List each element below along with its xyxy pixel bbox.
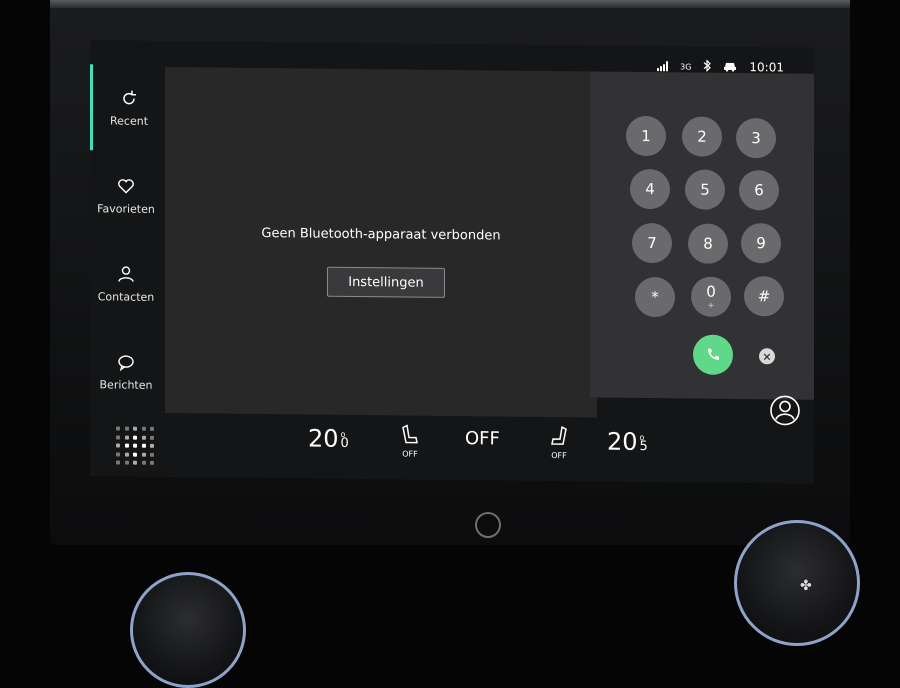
sidebar-item-favorieten[interactable]: Favorieten bbox=[90, 152, 162, 239]
dashboard-trim bbox=[50, 0, 850, 8]
left-seat-heating[interactable]: OFF bbox=[400, 423, 420, 459]
left-climate-knob[interactable] bbox=[130, 572, 246, 688]
dialpad-key-9[interactable]: 9 bbox=[741, 223, 781, 264]
app-launcher-grid-icon[interactable] bbox=[116, 426, 156, 466]
dialpad-key-6[interactable]: 6 bbox=[739, 170, 779, 211]
dialpad-key-4[interactable]: 4 bbox=[630, 168, 670, 210]
seat-icon bbox=[402, 424, 418, 444]
dialpad-key-7[interactable]: 7 bbox=[632, 222, 672, 264]
sidebar-item-recent[interactable]: Recent bbox=[90, 64, 165, 151]
network-type: 3G bbox=[680, 61, 692, 72]
dialpad-key-5[interactable]: 5 bbox=[685, 169, 725, 210]
right-temperature[interactable]: 20 o5 bbox=[607, 428, 648, 456]
home-button[interactable] bbox=[475, 512, 501, 538]
dialpad-key-hash[interactable]: # bbox=[744, 276, 784, 317]
speech-bubble-icon bbox=[118, 354, 134, 371]
infotainment-screen: 3G 10:01 Recent Favorieten Contacten Ber… bbox=[90, 40, 814, 484]
dialpad-key-2[interactable]: 2 bbox=[682, 116, 722, 157]
call-button[interactable] bbox=[693, 334, 733, 375]
dialpad-key-0[interactable]: 0 + bbox=[691, 276, 731, 317]
sidebar-item-label: Recent bbox=[109, 113, 149, 128]
dialpad-key-3[interactable]: 3 bbox=[736, 117, 776, 159]
seat-icon bbox=[551, 426, 567, 445]
refresh-icon bbox=[123, 90, 136, 104]
left-temperature[interactable]: 20 o0 bbox=[308, 424, 349, 452]
dialpad-key-star[interactable]: * bbox=[635, 276, 675, 318]
sidebar-item-label: Favorieten bbox=[97, 201, 155, 216]
sidebar-item-contacten[interactable]: Contacten bbox=[90, 240, 162, 327]
signal-strength-icon bbox=[657, 61, 669, 72]
climate-bar: 20 o0 OFF OFF OFF 20 o5 bbox=[165, 413, 814, 484]
clear-digit-button[interactable]: × bbox=[759, 348, 775, 365]
no-device-message: Geen Bluetooth-apparaat verbonden bbox=[261, 226, 501, 244]
right-climate-knob[interactable] bbox=[734, 520, 860, 646]
dialpad: 1 2 3 4 5 6 7 8 9 * 0 + # × bbox=[590, 71, 814, 400]
right-seat-heating[interactable]: OFF bbox=[549, 425, 569, 460]
fan-icon: ✤ bbox=[800, 578, 812, 594]
settings-button[interactable]: Instellingen bbox=[327, 266, 445, 298]
main-panel: Geen Bluetooth-apparaat verbonden Instel… bbox=[165, 66, 597, 418]
dialpad-key-8[interactable]: 8 bbox=[688, 223, 728, 264]
sidebar-item-label: Berichten bbox=[99, 377, 153, 392]
dialpad-key-1[interactable]: 1 bbox=[626, 115, 666, 157]
heart-icon bbox=[118, 178, 134, 194]
person-icon bbox=[118, 265, 134, 282]
sidebar-item-berichten[interactable]: Berichten bbox=[90, 328, 162, 415]
sidebar: Recent Favorieten Contacten Berichten bbox=[90, 64, 165, 477]
sidebar-item-label: Contacten bbox=[97, 289, 155, 304]
fan-status[interactable]: OFF bbox=[465, 428, 500, 449]
phone-icon bbox=[707, 348, 719, 360]
